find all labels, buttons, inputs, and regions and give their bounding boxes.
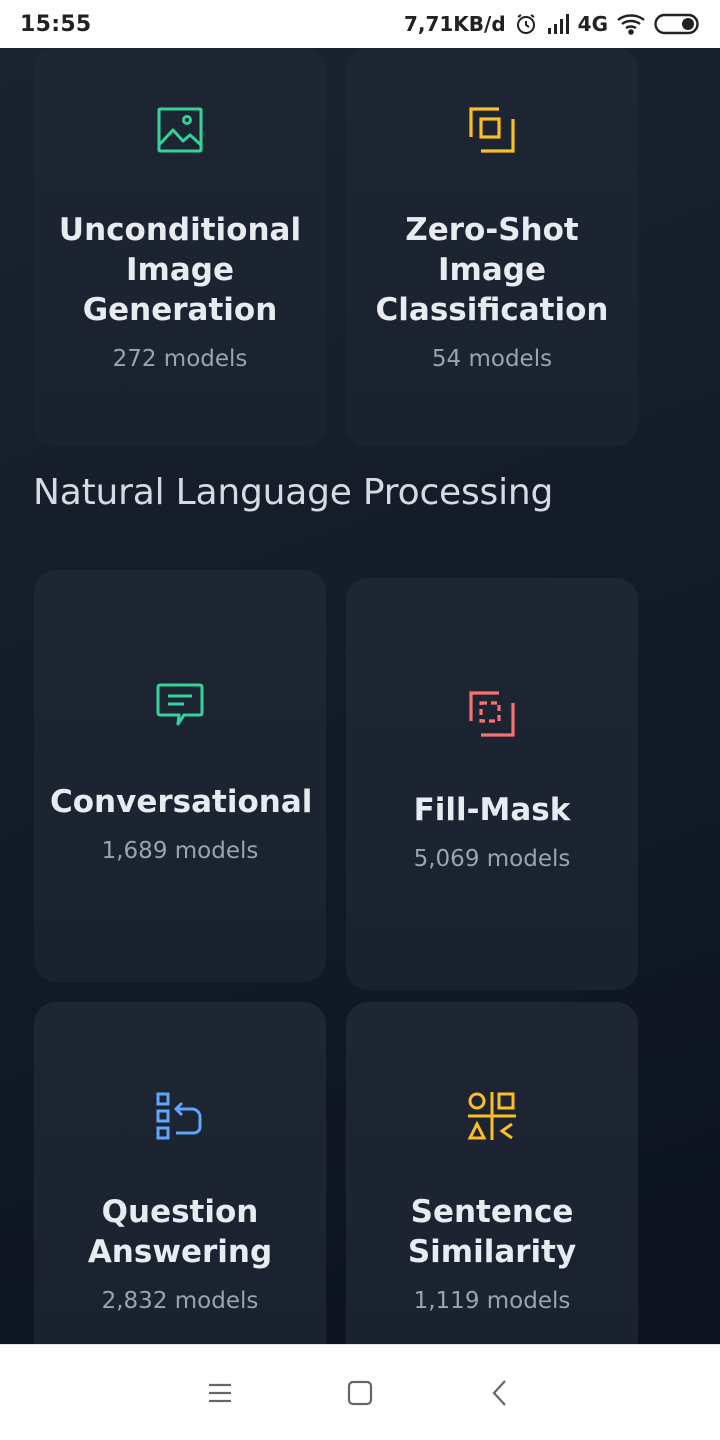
model-count: 1,689 models [101,838,259,864]
battery-icon [654,13,700,35]
network-speed: 7,71KB/d [403,12,506,36]
task-card-question-answering[interactable]: Question Answering 2,832 models [34,1002,326,1344]
card-title: Conversational [50,784,313,820]
card-title: Sentence Similarity [407,1194,577,1270]
home-icon[interactable] [346,1379,374,1407]
navigation-bar [0,1344,720,1440]
chat-icon [154,680,206,732]
task-card-conversational[interactable]: Conversational 1,689 models [34,570,326,982]
question-answering-icon [154,1090,206,1142]
card-title: Question Answering [87,1194,273,1270]
card-title: Zero-Shot Image Classification [375,212,609,328]
signal-icon [546,13,570,35]
menu-icon[interactable] [206,1379,234,1407]
model-count: 5,069 models [413,846,571,872]
section-heading: Natural Language Processing [33,472,554,513]
model-count: 54 models [431,346,553,372]
task-card-fill-mask[interactable]: Fill-Mask 5,069 models [346,578,638,990]
model-count: 1,119 models [413,1288,571,1314]
card-title: Unconditional Image Generation [58,212,302,328]
status-time: 15:55 [20,11,92,37]
image-icon [154,104,206,156]
image-classification-icon [466,104,518,156]
task-card-unconditional-image-generation[interactable]: Unconditional Image Generation 272 model… [34,48,326,446]
content-area[interactable]: Unconditional Image Generation 272 model… [0,48,720,1344]
status-indicators: 7,71KB/d 4G [404,12,700,36]
model-count: 272 models [112,346,248,372]
model-count: 2,832 models [101,1288,259,1314]
wifi-icon [616,13,646,35]
fill-mask-icon [466,688,518,740]
status-bar: 15:55 7,71KB/d 4G [0,0,720,48]
network-type: 4G [577,12,608,36]
card-title: Fill-Mask [413,792,571,828]
sentence-similarity-icon [466,1090,518,1142]
alarm-icon [514,12,538,36]
back-icon[interactable] [486,1379,514,1407]
task-card-sentence-similarity[interactable]: Sentence Similarity 1,119 models [346,1002,638,1344]
task-card-zero-shot-image-classification[interactable]: Zero-Shot Image Classification 54 models [346,48,638,446]
